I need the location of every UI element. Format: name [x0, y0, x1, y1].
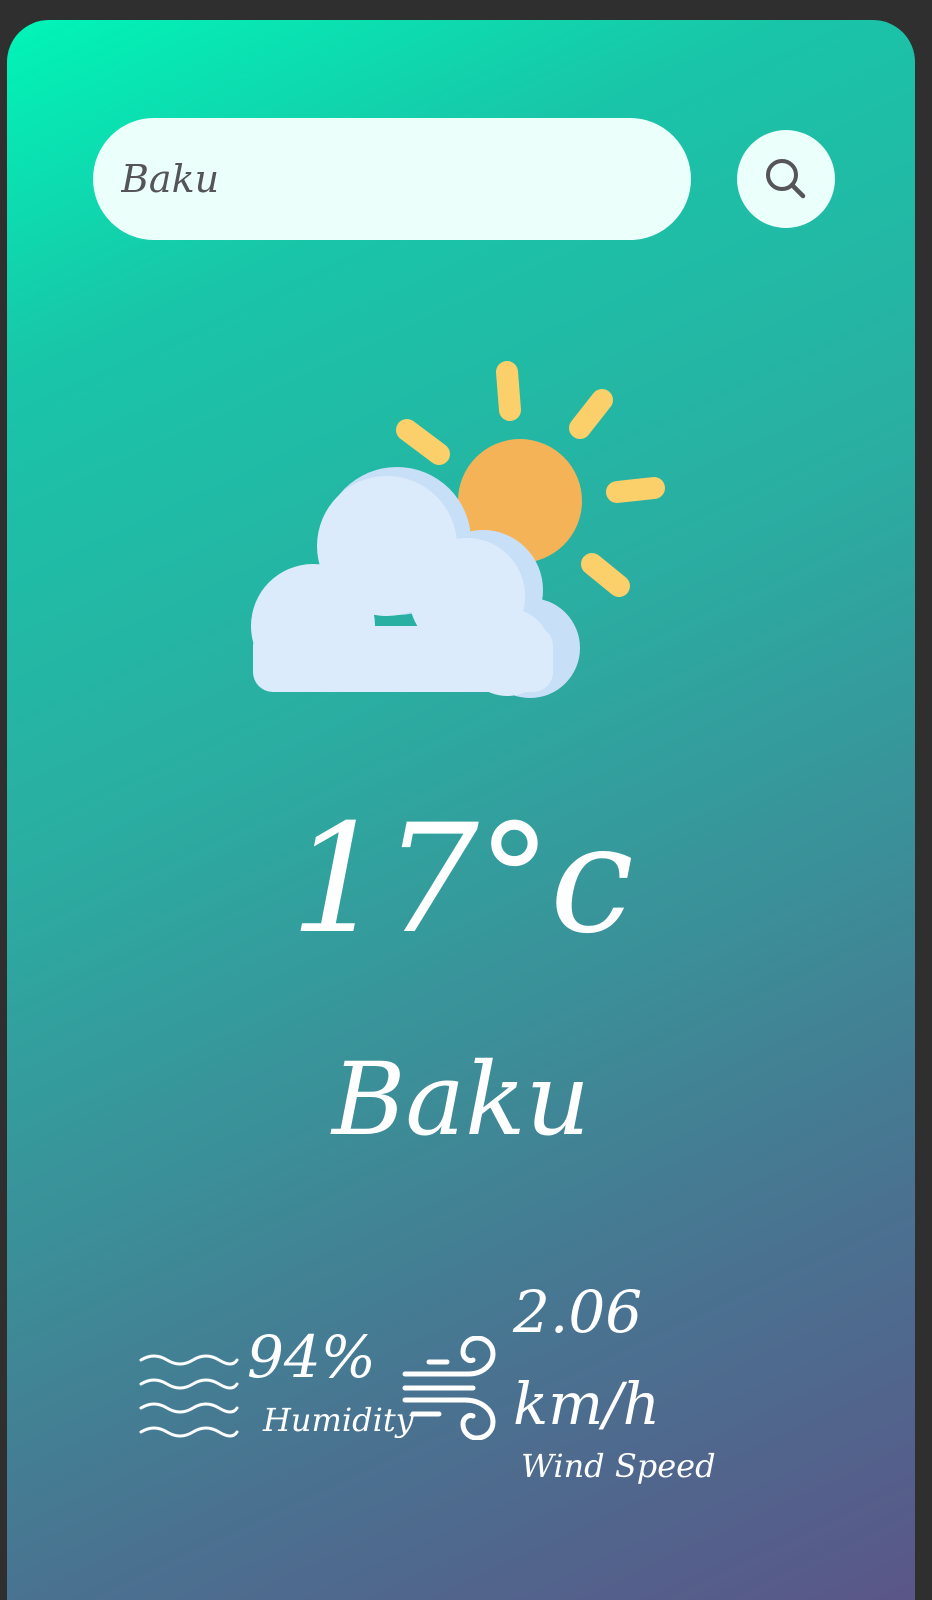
search-input[interactable] [93, 118, 691, 240]
humidity-value: 94% [247, 1323, 376, 1391]
wind-speed-label: Wind Speed [521, 1447, 716, 1485]
city-name: Baku [331, 1041, 591, 1158]
partly-cloudy-icon [245, 358, 685, 718]
humidity-label: Humidity [263, 1401, 414, 1439]
wind-icon [399, 1335, 503, 1441]
weather-card: 17°c Baku 94% Humidity 2.06 km/h Wind Sp… [7, 20, 915, 1600]
search-icon [763, 156, 809, 202]
wind-speed-value: 2.06 km/h [513, 1278, 661, 1438]
weather-details: 94% Humidity 2.06 km/h Wind Speed [7, 1278, 915, 1520]
search-button[interactable] [737, 130, 835, 228]
search-bar [93, 118, 835, 240]
humidity-waves-icon [137, 1350, 241, 1440]
temperature: 17°c [290, 793, 634, 967]
